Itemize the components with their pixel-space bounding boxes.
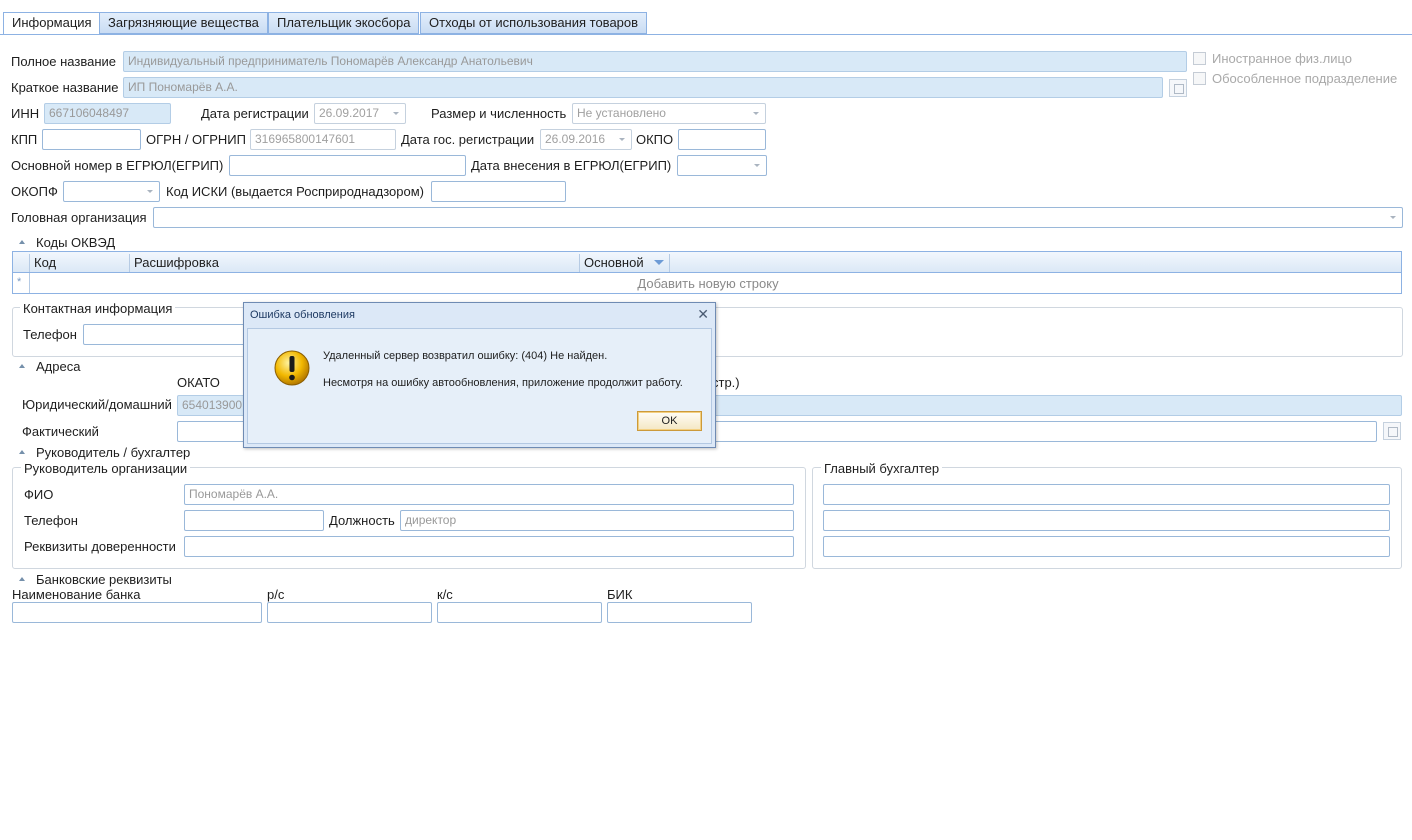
fio-label: ФИО [24, 487, 54, 502]
ks-label: к/с [437, 587, 453, 602]
egrul-date-picker[interactable] [677, 155, 767, 176]
column-separator [669, 254, 670, 272]
okato-header: ОКАТО [177, 375, 220, 390]
legal-address-field[interactable] [700, 395, 1402, 416]
dialog-title: Ошибка обновления [250, 309, 355, 321]
egrul-date-label: Дата внесения в ЕГРЮЛ(ЕГРИП) [471, 158, 672, 173]
close-icon[interactable]: ✕ [697, 306, 709, 323]
okpo-field[interactable] [678, 129, 766, 150]
addresses-section-title: Адреса [36, 359, 81, 374]
rs-field[interactable] [267, 602, 432, 623]
state-reg-date-picker[interactable]: 26.09.2016 [540, 129, 632, 150]
okved-col-description[interactable]: Расшифровка [134, 255, 219, 270]
collapse-bank-icon[interactable] [19, 577, 25, 581]
bank-name-field[interactable] [12, 602, 262, 623]
bank-name-label: Наименование банка [12, 587, 141, 602]
managers-section-title: Руководитель / бухгалтер [36, 445, 191, 460]
foreign-person-checkbox[interactable] [1193, 52, 1206, 65]
collapse-addresses-icon[interactable] [19, 364, 25, 368]
column-separator [129, 254, 130, 272]
accountant-proxy-field[interactable] [823, 536, 1390, 557]
full-name-label: Полное название [11, 54, 117, 69]
okopf-label: ОКОПФ [11, 184, 58, 199]
separate-unit-label: Обособленное подразделение [1212, 71, 1398, 86]
short-name-field[interactable]: ИП Пономарёв А.А. [123, 77, 1163, 98]
warning-icon [274, 350, 310, 386]
kpp-label: КПП [11, 132, 38, 147]
size-label: Размер и численность [431, 106, 567, 121]
copy-address-button[interactable] [1383, 422, 1401, 440]
okopf-select[interactable] [63, 181, 160, 202]
address-header-partial: стр.) [712, 375, 740, 390]
reg-date-label: Дата регистрации [201, 106, 309, 121]
tab-waste[interactable]: Отходы от использования товаров [420, 12, 648, 34]
ogrn-label: ОГРН / ОГРНИП [146, 132, 246, 147]
size-select[interactable]: Не установлено [572, 103, 766, 124]
column-separator [579, 254, 580, 272]
okved-col-code[interactable]: Код [34, 255, 56, 270]
ks-field[interactable] [437, 602, 602, 623]
inn-field[interactable]: 667106048497 [44, 103, 171, 124]
copy-icon [1174, 84, 1184, 94]
iski-label: Код ИСКИ (выдается Росприроднадзором) [166, 184, 425, 199]
add-row-text[interactable]: Добавить новую строку [13, 276, 1403, 291]
tab-divider [0, 34, 1412, 35]
short-name-label: Краткое название [11, 80, 119, 95]
dialog-message-1: Удаленный сервер возвратил ошибку: (404)… [323, 350, 608, 362]
tab-eco-payer[interactable]: Плательщик экосбора [268, 12, 420, 34]
ogrn-field[interactable]: 316965800147601 [250, 129, 396, 150]
update-error-dialog: Ошибка обновления ✕ Удаленный сервер воз… [243, 302, 716, 448]
iski-field[interactable] [431, 181, 566, 202]
collapse-managers-icon[interactable] [19, 450, 25, 454]
column-separator [29, 254, 30, 272]
inn-label: ИНН [11, 106, 40, 121]
okpo-label: ОКПО [636, 132, 674, 147]
kpp-field[interactable] [42, 129, 141, 150]
copy-icon [1388, 427, 1398, 437]
head-group-title: Руководитель организации [21, 461, 191, 476]
egrul-number-field[interactable] [229, 155, 466, 176]
proxy-field[interactable] [184, 536, 794, 557]
dialog-message-2: Несмотря на ошибку автообновления, прило… [323, 377, 683, 389]
foreign-person-label: Иностранное физ.лицо [1212, 51, 1353, 66]
head-org-label: Головная организация [11, 210, 147, 225]
bank-section-title: Банковские реквизиты [36, 572, 172, 587]
accountant-fio-field[interactable] [823, 484, 1390, 505]
okved-new-row[interactable]: * Добавить новую строку [12, 273, 1402, 294]
reg-date-picker[interactable]: 26.09.2017 [314, 103, 406, 124]
position-label: Должность [329, 513, 395, 528]
okved-col-main[interactable]: Основной [584, 255, 644, 270]
head-phone-label: Телефон [24, 513, 78, 528]
collapse-okved-icon[interactable] [19, 240, 25, 244]
okved-section-title: Коды ОКВЭД [36, 235, 116, 250]
egrul-number-label: Основной номер в ЕГРЮЛ(ЕГРИП) [11, 158, 224, 173]
proxy-label: Реквизиты доверенности [24, 539, 176, 554]
head-org-select[interactable] [153, 207, 1403, 228]
tab-pollutants[interactable]: Загрязняющие вещества [99, 12, 268, 34]
rs-label: р/с [267, 587, 285, 602]
ok-button[interactable]: OK [637, 411, 702, 431]
legal-address-label: Юридический/домашний [22, 397, 172, 412]
contact-phone-label: Телефон [23, 327, 77, 342]
copy-name-button[interactable] [1169, 79, 1187, 97]
bik-field[interactable] [607, 602, 752, 623]
dialog-body: Удаленный сервер возвратил ошибку: (404)… [247, 328, 712, 444]
position-field[interactable]: директор [400, 510, 794, 531]
okved-grid-header: Код Расшифровка Основной [12, 251, 1402, 273]
full-name-field[interactable]: Индивидуальный предприниматель Пономарёв… [123, 51, 1187, 72]
contact-group-title: Контактная информация [20, 301, 176, 316]
accountant-group-title: Главный бухгалтер [821, 461, 943, 476]
filter-dropdown-icon[interactable] [654, 260, 664, 265]
bik-label: БИК [607, 587, 633, 602]
tab-info[interactable]: Информация [3, 12, 101, 35]
head-phone-field[interactable] [184, 510, 324, 531]
fio-field[interactable]: Пономарёв А.А. [184, 484, 794, 505]
actual-address-label: Фактический [22, 424, 99, 439]
accountant-phone-field[interactable] [823, 510, 1390, 531]
state-reg-date-label: Дата гос. регистрации [401, 132, 535, 147]
separate-unit-checkbox[interactable] [1193, 72, 1206, 85]
